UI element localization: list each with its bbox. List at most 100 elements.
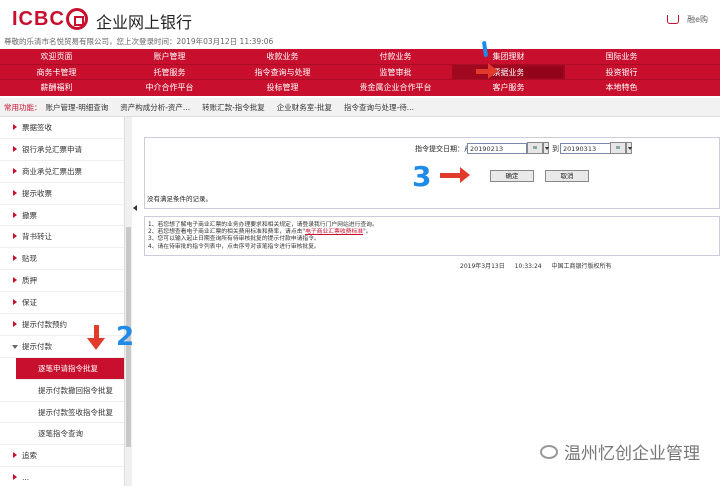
nav-item-welcome[interactable]: 欢迎页面 (0, 49, 113, 64)
calendar-icon[interactable] (610, 142, 626, 154)
expand-arrow-icon (13, 299, 17, 306)
expand-arrow-icon (13, 255, 17, 262)
watermark-text: 温州忆创企业管理 (564, 444, 700, 464)
sidebar-item-bill-signing[interactable]: 票据签收 (0, 117, 124, 139)
main-nav: 欢迎页面 账户管理 收款业务 付款业务 集团理财 国际业务 商务卡管理 托管服务… (0, 49, 720, 96)
sidebar-item-revoke[interactable]: 撤票 (0, 205, 124, 227)
query-form: 指令提交日期：从 到 确定 取消 没有满足条件的记录。 (144, 137, 720, 209)
nav-item-customer-service[interactable]: 客户服务 (452, 80, 565, 96)
sidebar-sub-item-withdraw-approval[interactable]: 提示付款撤回指令批复 (0, 380, 124, 402)
nav-item-instruction-query[interactable]: 指令查询与处理 (226, 65, 339, 80)
submit-date-label: 指令提交日期：从 (415, 145, 471, 153)
footer: 2019年3月13日 10:33:24 中国工商银行版权所有 (460, 261, 620, 270)
sidebar-item-commercial-acceptance[interactable]: 商业承兑汇票出票 (0, 161, 124, 183)
nav-row: 商务卡管理 托管服务 指令查询与处理 监管审批 票据业务 投资银行 文 (0, 64, 720, 81)
collapse-arrow-icon (12, 344, 18, 349)
note-text: 2、若您想查看电子商业汇票的相关费用标准和费率，请点击" (148, 229, 306, 236)
sidebar-item-bank-acceptance[interactable]: 银行承兑汇票申请 (0, 139, 124, 161)
annotation-arrow-2-head (87, 338, 105, 350)
nav-item-group-finance[interactable]: 集团理财 (452, 49, 565, 64)
watermark: 温州忆创企业管理 (540, 439, 700, 464)
sidebar-item-endorsement[interactable]: 背书转让 (0, 226, 124, 249)
expand-arrow-icon (13, 189, 17, 196)
nav-item-local[interactable]: 本地特色 (565, 80, 678, 96)
expand-arrow-icon (13, 211, 17, 218)
collapse-sidebar-icon[interactable] (133, 205, 137, 211)
sidebar-item-label: 提示付款 (22, 341, 52, 351)
nav-item-bidding[interactable]: 投标管理 (226, 80, 339, 96)
sidebar-item-prompt-payment[interactable]: 提示付款 (0, 336, 124, 358)
chevron-down-icon[interactable] (626, 142, 632, 154)
quick-link[interactable]: 转账汇款-指令批复 (202, 102, 265, 113)
header: ICBC 企业网上银行 尊敬的乐清市名悦贸易有限公司，您上次登录时间：2019年… (0, 0, 720, 48)
nav-item-international[interactable]: 国际业务 (565, 49, 678, 64)
nav-item-supervision[interactable]: 监管审批 (339, 65, 452, 80)
icbc-logo-text[interactable]: ICBC (12, 8, 65, 31)
quick-link[interactable]: 资产构成分析-资产... (120, 102, 190, 113)
expand-arrow-icon (13, 124, 17, 130)
footer-date: 2019年3月13日 (460, 263, 505, 270)
footer-copyright: 中国工商银行版权所有 (551, 263, 612, 270)
nav-item-account[interactable]: 账户管理 (113, 49, 226, 64)
nav-row: 薪酬福利 中介合作平台 投标管理 贵金属企业合作平台 客户服务 本地特色 (0, 80, 720, 96)
quick-link[interactable]: 账户管理-明细查询 (46, 102, 109, 113)
expand-arrow-icon (13, 167, 17, 174)
calendar-icon[interactable] (527, 142, 543, 154)
nav-item-bills[interactable]: 票据业务 (452, 64, 565, 80)
rongegou-link[interactable]: 融e购 (687, 15, 708, 24)
nav-item-payment[interactable]: 付款业务 (339, 49, 452, 64)
fee-standard-link[interactable]: 电子商业汇票收费标准 (305, 229, 363, 235)
sidebar: 票据签收 银行承兑汇票申请 商业承兑汇票出票 提示收票 撤票 背书转让 贴现 质… (0, 117, 125, 486)
annotation-arrow-3-head (460, 167, 470, 183)
sidebar-sub-item-instruction-query[interactable]: 逐笔指令查询 (0, 423, 124, 446)
nav-item-business-card[interactable]: 商务卡管理 (0, 65, 113, 80)
notes-box: 1、若您想了解电子商业汇票的业务办理要求和相关规定，请登录我行门户网站进行查询。… (144, 216, 720, 256)
quick-functions-label: 常用功能： (4, 102, 42, 112)
date-from-input[interactable] (467, 143, 527, 154)
nav-item-custody[interactable]: 托管服务 (113, 65, 226, 80)
header-right: 融e购 (666, 14, 708, 25)
chevron-down-icon[interactable] (543, 142, 549, 154)
annotation-step-1-number: 1 (476, 38, 477, 39)
sidebar-item-discount[interactable]: 贴现 (0, 248, 124, 271)
nav-item-payroll[interactable]: 薪酬福利 (0, 80, 113, 96)
nav-item-agency-platform[interactable]: 中介合作平台 (113, 80, 226, 96)
sidebar-item-label: 质押 (22, 276, 37, 286)
sidebar-item-label: 贴现 (22, 254, 37, 264)
sidebar-item-label: 银行承兑汇票申请 (22, 144, 82, 154)
nav-item-investment-bank[interactable]: 投资银行 (565, 65, 678, 80)
expand-arrow-icon (13, 474, 17, 481)
quick-link[interactable]: 指令查询与处理-待... (344, 102, 414, 113)
sidebar-sub-item-single-approval[interactable]: 逐笔申请指令批复 (16, 357, 124, 380)
quick-link[interactable]: 企业财务室-批复 (277, 102, 332, 113)
nav-item-receipt[interactable]: 收款业务 (226, 49, 339, 64)
annotation-step-3-number: 3 (412, 160, 432, 193)
confirm-button[interactable]: 确定 (490, 170, 534, 182)
sidebar-item-recourse[interactable]: 追索 (0, 445, 124, 468)
sidebar-item-label: 撤票 (22, 210, 37, 220)
sidebar-item-prompt-receipt[interactable]: 提示收票 (0, 183, 124, 205)
expand-arrow-icon (13, 452, 17, 459)
annotation-step-2-number: 2 (116, 322, 135, 352)
sidebar-item-label: 提示付款预约 (22, 320, 67, 330)
sidebar-item-label: 提示收票 (22, 188, 52, 198)
annotation-arrow-2 (94, 325, 99, 339)
sidebar-item-pledge[interactable]: 质押 (0, 270, 124, 293)
annotation-arrow-3 (440, 173, 462, 178)
annotation-arrow-1-head (488, 63, 498, 79)
sidebar-item-more[interactable]: ... (0, 467, 124, 486)
cart-icon[interactable] (666, 15, 679, 24)
nav-item-precious-metals[interactable]: 贵金属企业合作平台 (339, 80, 452, 96)
wechat-icon (540, 444, 558, 459)
sidebar-item-label: 背书转让 (22, 232, 52, 242)
bank-name: 企业网上银行 (96, 13, 193, 32)
nav-item-more-2[interactable]: 文 (678, 65, 720, 80)
to-label: 到 (552, 145, 559, 153)
sidebar-sub-item-sign-approval[interactable]: 提示付款签收指令批复 (0, 402, 124, 424)
cancel-button[interactable]: 取消 (545, 170, 589, 182)
sidebar-item-payment-reservation[interactable]: 提示付款预约 (0, 314, 124, 336)
nav-item-more[interactable] (678, 49, 720, 64)
sidebar-item-guarantee[interactable]: 保证 (0, 292, 124, 315)
sidebar-scrollbar[interactable] (125, 117, 132, 486)
sidebar-item-label: 票据签收 (22, 123, 52, 132)
